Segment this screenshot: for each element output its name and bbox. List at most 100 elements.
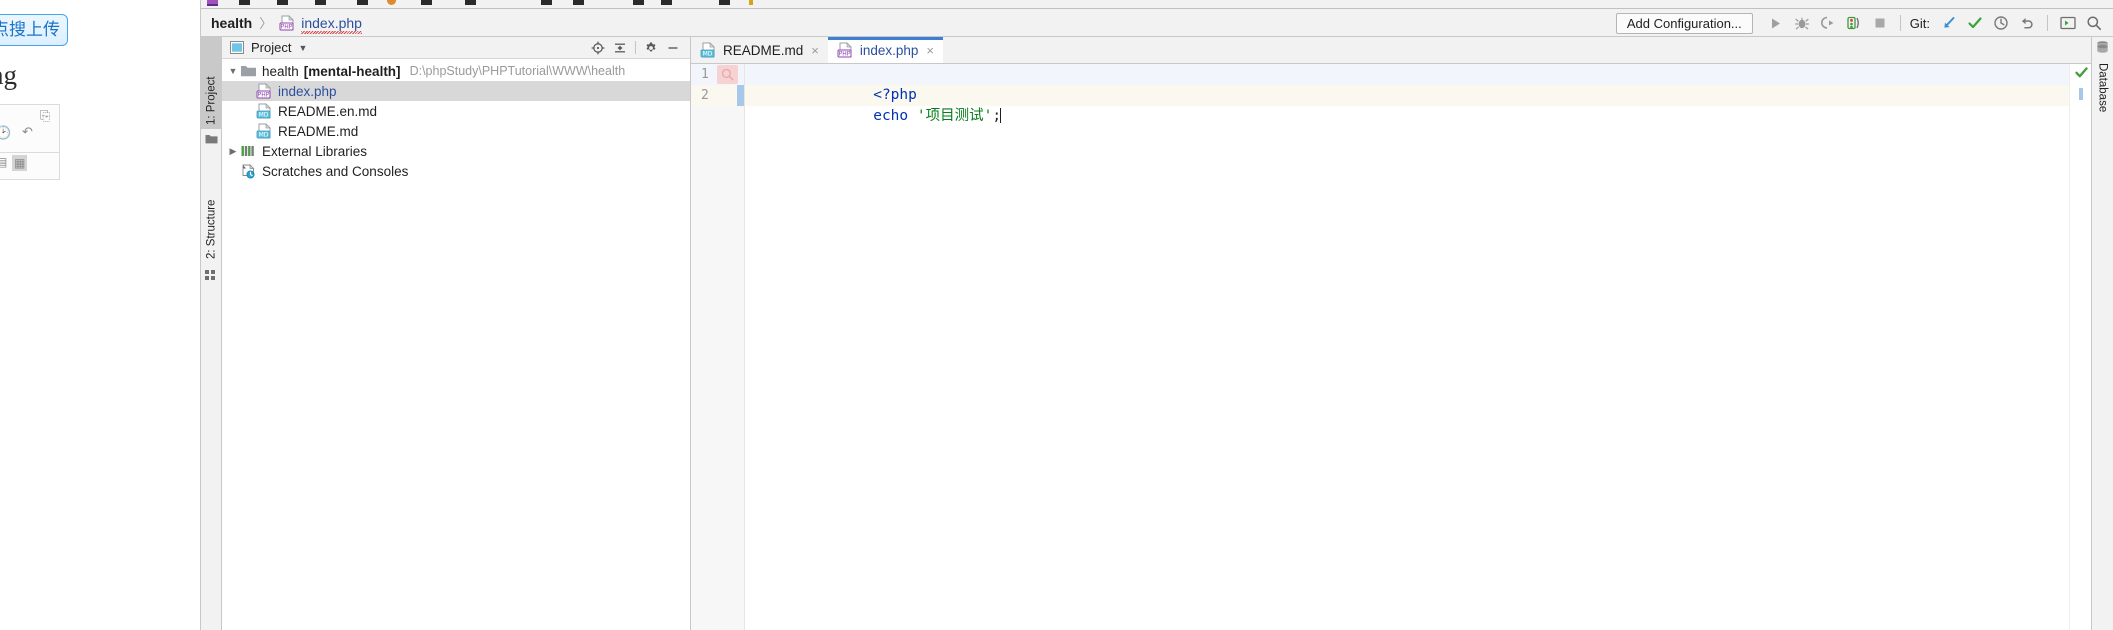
toolbar-glyph-11[interactable] (661, 0, 672, 5)
toolbar-glyph-5[interactable] (387, 0, 396, 5)
project-panel-title: Project (251, 40, 292, 55)
project-tree[interactable]: ▼ health [mental-health] D:\phpStudy\PHP… (222, 59, 690, 630)
spellcheck-squiggle (301, 30, 362, 34)
search-gutter-icon[interactable] (717, 65, 738, 84)
tree-row-label: index.php (278, 83, 337, 99)
git-rollback-button[interactable] (2014, 12, 2040, 34)
tree-row-scratches-and-consoles[interactable]: ▶ Scratches and Consoles (222, 161, 690, 181)
tab-readme-md[interactable]: MD README.md × (691, 37, 828, 63)
toolbar-glyph-7[interactable] (465, 0, 476, 5)
sidebar-item-structure[interactable]: 2: Structure (201, 155, 222, 263)
main-toolbar-strip (201, 0, 2113, 9)
toolbar-glyph-logo[interactable] (207, 0, 218, 6)
background-image-icon[interactable]: ▦ (12, 155, 28, 171)
svg-text:PHP: PHP (838, 51, 850, 58)
stop-button[interactable] (1867, 12, 1893, 34)
code-keyword-echo: echo (873, 108, 909, 124)
tab-index-php[interactable]: PHP index.php × (827, 37, 944, 63)
expand-arrow-placeholder: ▶ (226, 106, 240, 117)
change-marker-stripe (2079, 88, 2083, 100)
tree-row-label: health (262, 63, 299, 79)
terminal-icon[interactable] (2055, 12, 2081, 34)
close-icon[interactable]: × (811, 43, 819, 58)
tree-row-index-php[interactable]: ▶ PHP index.php (222, 81, 690, 101)
background-upload-button[interactable]: 点搜上传 (0, 14, 68, 46)
phpstorm-window: health 〉 PHP index.php Add Configuration… (200, 0, 2113, 630)
toolbar-glyph-12[interactable] (719, 0, 730, 5)
scratches-icon (240, 163, 257, 179)
md-file-icon: MD (256, 123, 273, 139)
breadcrumb-file-label: index.php (301, 14, 362, 31)
toolbar-glyph-6[interactable] (421, 0, 432, 5)
git-commit-button[interactable] (1962, 12, 1988, 34)
code-text-area[interactable]: <?php echo '项目测试'; (745, 64, 2069, 630)
add-configuration-button[interactable]: Add Configuration... (1615, 12, 1753, 34)
git-update-project-button[interactable] (1936, 12, 1962, 34)
editor-gutter[interactable]: 1 2 (691, 64, 745, 630)
locate-file-button[interactable] (587, 39, 609, 57)
chevron-down-icon[interactable]: ▼ (298, 43, 307, 53)
tree-row-label: README.en.md (278, 103, 378, 119)
breadcrumb-separator-icon: 〉 (259, 16, 273, 31)
background-list-icon[interactable]: ▤ (0, 155, 7, 169)
run-with-coverage-button[interactable] (1815, 12, 1841, 34)
collapse-all-button[interactable] (609, 39, 631, 57)
php-file-icon: PHP (279, 14, 296, 31)
background-clock-icon[interactable]: 🕑 (0, 125, 11, 141)
toolbar-glyph-3[interactable] (315, 0, 326, 5)
background-window-icon[interactable]: ⎘ (40, 108, 50, 124)
editor-tab-bar: MD README.md × PHP index.php × (691, 37, 2091, 64)
svg-text:MD: MD (259, 112, 269, 119)
code-editor[interactable]: 1 2 <?php echo '项目测试'; (691, 64, 2091, 630)
sidebar-item-project[interactable]: 1: Project (201, 37, 222, 129)
toolbar-separator-1 (1899, 15, 1901, 31)
sidebar-item-database[interactable]: Database (2092, 59, 2113, 151)
tree-row-project-root[interactable]: ▼ health [mental-health] D:\phpStudy\PHP… (222, 61, 690, 81)
toolbar-glyph-13[interactable] (749, 0, 753, 5)
background-panel-bottom (0, 152, 60, 180)
expand-arrow-icon[interactable]: ▼ (226, 66, 240, 76)
toolbar-glyph-9[interactable] (573, 0, 584, 5)
expand-arrow-placeholder: ▶ (226, 86, 240, 97)
toolbar-glyph-2[interactable] (277, 0, 288, 5)
toolbar-glyph-10[interactable] (633, 0, 644, 5)
tool-window-database-label: Database (2096, 63, 2109, 113)
tree-row-label: README.md (278, 123, 359, 139)
debug-button[interactable] (1789, 12, 1815, 34)
library-icon (240, 143, 257, 159)
breadcrumb-file[interactable]: index.php (301, 14, 362, 34)
run-button[interactable] (1763, 12, 1789, 34)
hide-panel-button[interactable] (662, 39, 684, 57)
svg-text:PHP: PHP (281, 23, 293, 30)
git-history-button[interactable] (1988, 12, 2014, 34)
breadcrumb-project[interactable]: health (211, 15, 252, 31)
close-icon[interactable]: × (926, 43, 934, 58)
collapse-arrow-icon[interactable]: ▶ (226, 146, 240, 157)
background-heading: ng (0, 60, 17, 90)
gear-icon[interactable] (640, 39, 662, 57)
tree-row-external-libraries[interactable]: ▶ External Libraries (222, 141, 690, 161)
checkmark-icon[interactable] (2075, 66, 2088, 79)
tree-row-path: D:\phpStudy\PHPTutorial\WWW\health (409, 64, 626, 78)
change-marker-bar[interactable] (737, 85, 744, 106)
expand-arrow-placeholder: ▶ (226, 126, 240, 137)
background-window: 点搜上传 ng ⎘ 🕑 ↶ ▤ ▦ (0, 0, 200, 630)
background-undo-icon[interactable]: ↶ (22, 124, 33, 140)
panel-toolbar-separator (635, 41, 636, 54)
folder-icon (205, 133, 218, 144)
profiler-button[interactable] (1841, 12, 1867, 34)
toolbar-glyph-8[interactable] (541, 0, 552, 5)
code-string-literal: '项目测试' (916, 108, 993, 124)
php-file-icon: PHP (256, 83, 273, 99)
tree-row-readme-en-md[interactable]: ▶ MD README.en.md (222, 101, 690, 121)
md-file-icon: MD (256, 103, 273, 119)
tree-row-readme-md[interactable]: ▶ MD README.md (222, 121, 690, 141)
toolbar-glyph-4[interactable] (357, 0, 368, 5)
md-file-icon: MD (700, 42, 717, 58)
code-line-2: echo '项目测试'; (745, 85, 2069, 124)
toolbar-glyph-1[interactable] (239, 0, 250, 5)
inspection-gutter[interactable] (2069, 64, 2091, 630)
search-icon[interactable] (2081, 12, 2107, 34)
code-line-1-text: <?php (873, 87, 917, 103)
left-tool-window-bar: 1: Project 2: Structure (201, 37, 222, 630)
